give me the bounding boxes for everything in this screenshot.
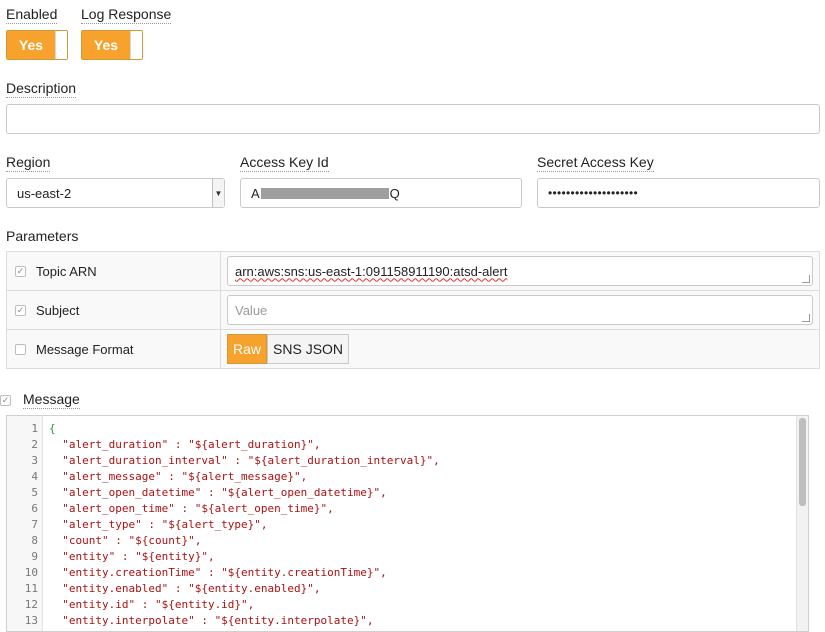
access-key-input[interactable]: AQ [240, 178, 522, 208]
line-number: 1 [31, 422, 38, 435]
scrollbar-thumb[interactable] [799, 418, 806, 506]
message-format-checkbox[interactable] [15, 343, 26, 355]
code-line: "entity.enabled" : "${entity.enabled}", [49, 582, 321, 595]
parameters-table: ✓ Topic ARN arn:aws:sns:us-east-1:091158… [6, 251, 820, 369]
code-line: "alert_type" : "${alert_type}", [49, 518, 268, 531]
region-select-value: us-east-2 [17, 185, 72, 201]
code-line: "alert_open_time" : "${alert_open_time}"… [49, 502, 334, 515]
subject-placeholder: Value [235, 302, 268, 318]
message-label: Message [23, 391, 80, 409]
subject-checkbox[interactable]: ✓ [15, 304, 26, 316]
line-number: 12 [24, 598, 38, 611]
subject-name: Subject [36, 302, 80, 318]
access-key-prefix: A [251, 185, 260, 201]
line-number: 13 [24, 614, 38, 627]
subject-input[interactable]: Value [227, 295, 813, 325]
access-key-suffix: Q [389, 185, 400, 201]
topic-arn-value: arn:aws:sns:us-east-1:091158911190:atsd-… [235, 263, 508, 279]
line-number: 10 [24, 566, 38, 579]
description-input[interactable] [6, 104, 820, 134]
editor-scrollbar[interactable] [796, 416, 808, 631]
code-line: "alert_open_datetime" : "${alert_open_da… [49, 486, 387, 499]
code-line: { [49, 422, 56, 435]
line-number: 2 [31, 438, 38, 451]
code-area[interactable]: { "alert_duration" : "${alert_duration}"… [43, 416, 796, 631]
chevron-down-icon: ▼ [212, 179, 224, 207]
parameters-label: Parameters [6, 228, 79, 244]
code-line: "entity" : "${entity}", [49, 550, 215, 563]
log-response-label: Log Response [81, 6, 172, 24]
topic-arn-input[interactable]: arn:aws:sns:us-east-1:091158911190:atsd-… [227, 256, 813, 286]
message-editor[interactable]: 1 2 3 4 5 6 7 8 9 10 11 12 13 { "alert_duration" : "… [6, 415, 809, 632]
line-number: 8 [31, 534, 38, 547]
resize-handle-icon[interactable] [802, 314, 810, 322]
line-number: 7 [31, 518, 38, 531]
code-line: "entity.creationTime" : "${entity.creati… [49, 566, 387, 579]
line-number: 4 [31, 470, 38, 483]
code-line: "entity.interpolate" : "${entity.interpo… [49, 614, 374, 627]
log-response-toggle-value: Yes [82, 31, 130, 59]
topic-arn-name: Topic ARN [36, 263, 97, 279]
line-number: 5 [31, 486, 38, 499]
log-response-toggle-knob [130, 31, 142, 59]
region-select[interactable]: us-east-2 ▼ [6, 178, 225, 208]
message-checkbox[interactable]: ✓ [0, 395, 11, 406]
enabled-toggle-knob [55, 31, 67, 59]
redacted-block [260, 187, 389, 199]
line-number: 6 [31, 502, 38, 515]
line-number: 3 [31, 454, 38, 467]
line-number-gutter: 1 2 3 4 5 6 7 8 9 10 11 12 13 [7, 416, 43, 631]
topic-arn-checkbox[interactable]: ✓ [15, 265, 26, 277]
param-row-subject: ✓ Subject Value [7, 291, 819, 330]
line-number: 11 [24, 582, 38, 595]
enabled-toggle-value: Yes [7, 31, 55, 59]
resize-handle-icon[interactable] [802, 275, 810, 283]
param-row-topic-arn: ✓ Topic ARN arn:aws:sns:us-east-1:091158… [7, 252, 819, 291]
format-sns-json-button[interactable]: SNS JSON [267, 334, 350, 364]
secret-key-label: Secret Access Key [537, 154, 654, 172]
region-label: Region [6, 154, 51, 172]
enabled-label: Enabled [6, 6, 58, 24]
code-line: "alert_duration_interval" : "${alert_dur… [49, 454, 440, 467]
secret-key-input[interactable]: •••••••••••••••••••• [537, 178, 820, 208]
param-row-message-format: Message Format Raw SNS JSON [7, 330, 819, 368]
secret-key-value: •••••••••••••••••••• [548, 186, 639, 200]
code-line: "alert_message" : "${alert_message}", [49, 470, 308, 483]
description-label: Description [6, 80, 77, 98]
message-format-name: Message Format [36, 341, 134, 357]
code-line: "count" : "${count}", [49, 534, 202, 547]
code-line: "entity.id" : "${entity.id}", [49, 598, 255, 611]
line-number: 9 [31, 550, 38, 563]
log-response-toggle[interactable]: Yes [81, 30, 143, 60]
enabled-toggle[interactable]: Yes [6, 30, 68, 60]
code-line: "alert_duration" : "${alert_duration}", [49, 438, 321, 451]
access-key-label: Access Key Id [240, 154, 329, 172]
message-format-group: Raw SNS JSON [227, 334, 350, 364]
format-raw-button[interactable]: Raw [227, 334, 268, 364]
